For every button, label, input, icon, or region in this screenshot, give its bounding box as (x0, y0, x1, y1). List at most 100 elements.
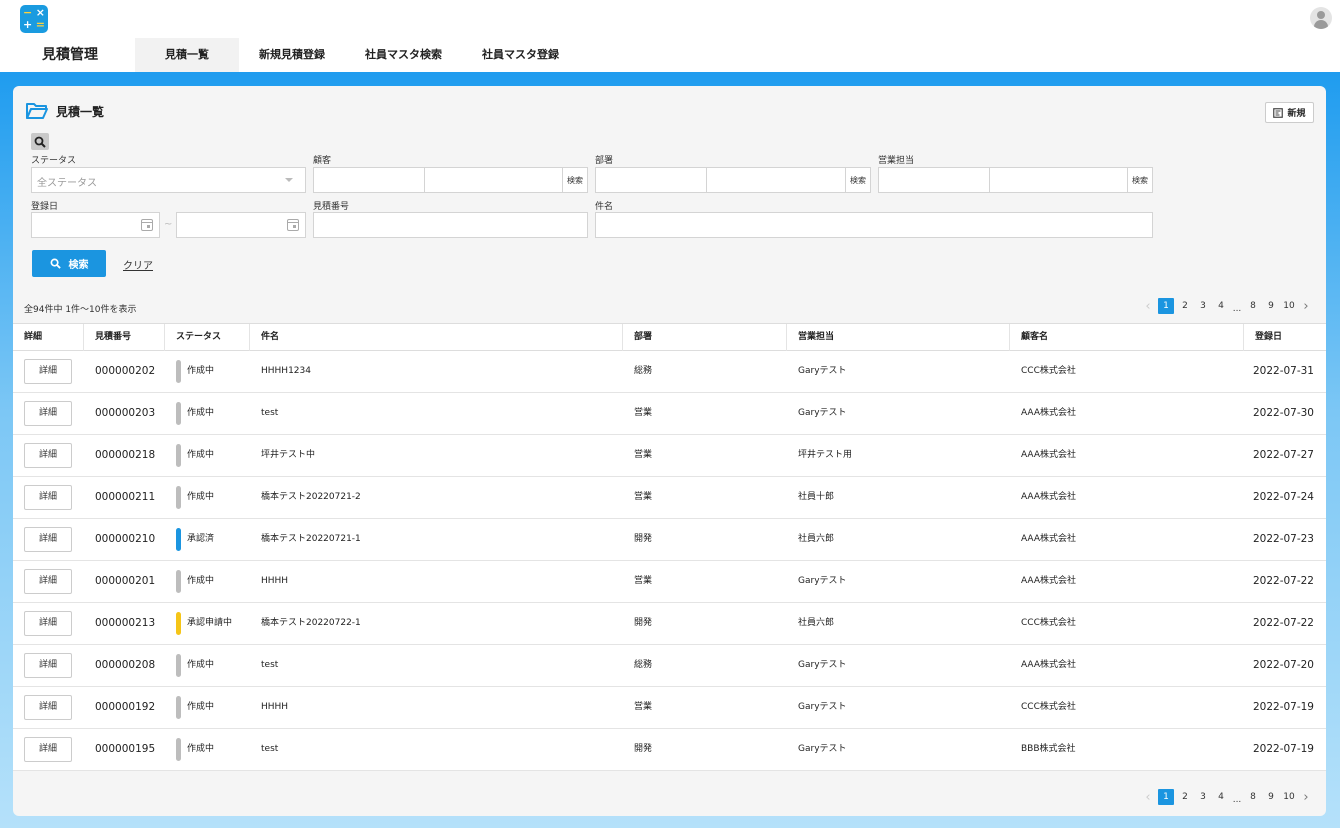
page-9[interactable]: 9 (1262, 789, 1280, 805)
status-select[interactable]: 全ステータス (31, 167, 306, 193)
sales-cell: Garyテスト (798, 366, 847, 376)
col-status: ステータス (164, 324, 249, 351)
subject-cell: test (261, 408, 279, 418)
status-cell: 作成中 (187, 450, 215, 460)
sales-field[interactable]: 検索 (878, 167, 1153, 193)
customer-field[interactable]: 検索 (313, 167, 588, 193)
table-row: 詳細 000000203 作成中 test 営業 Garyテスト AAA株式会社 2022-0… (13, 393, 1326, 435)
page-8[interactable]: 8 (1244, 789, 1262, 805)
status-indicator (176, 444, 181, 467)
status-indicator (176, 612, 181, 635)
chevron-right-icon[interactable]: › (1298, 299, 1314, 314)
quote-no-cell: 000000202 (95, 365, 156, 377)
col-sales: 営業担当 (786, 324, 1009, 351)
department-field[interactable]: 検索 (595, 167, 871, 193)
date-cell: 2022-07-31 (1252, 365, 1314, 377)
page-3[interactable]: 3 (1194, 298, 1212, 314)
search-icon (34, 136, 46, 148)
status-cell: 作成中 (187, 492, 215, 502)
quote-no-cell: 000000192 (95, 701, 156, 713)
customer-cell: CCC株式会社 (1021, 366, 1076, 376)
date-cell: 2022-07-22 (1252, 617, 1314, 629)
detail-button[interactable]: 詳細 (24, 443, 72, 468)
page-2[interactable]: 2 (1176, 298, 1194, 314)
sales-search-button[interactable]: 検索 (1127, 168, 1152, 192)
tab-new-quote[interactable]: 新規見積登録 (239, 38, 345, 72)
subject-input[interactable] (595, 212, 1153, 238)
user-avatar-icon[interactable] (1310, 7, 1332, 29)
tab-quote-list[interactable]: 見積一覧 (135, 38, 239, 72)
detail-button[interactable]: 詳細 (24, 569, 72, 594)
customer-filter-label: 顧客 (313, 156, 332, 166)
status-cell: 作成中 (187, 366, 215, 376)
search-icon (50, 258, 61, 269)
table-header: 詳細 見積番号 ステータス 件名 部署 営業担当 顧客名 登録日 (13, 323, 1326, 351)
status-indicator (176, 570, 181, 593)
page-4[interactable]: 4 (1212, 789, 1230, 805)
table-row: 詳細 000000202 作成中 HHHH1234 総務 Garyテスト CCC株式会社 20… (13, 351, 1326, 393)
clear-link[interactable]: クリア (123, 257, 153, 272)
page-10[interactable]: 10 (1280, 298, 1298, 314)
calendar-icon[interactable] (141, 219, 153, 231)
date-to-input[interactable] (176, 212, 306, 238)
quote-no-cell: 000000211 (95, 491, 156, 503)
page-ellipsis: ... (1232, 795, 1242, 805)
quote-no-cell: 000000208 (95, 659, 156, 671)
table-row: 詳細 000000192 作成中 HHHH 営業 Garyテスト CCC株式会社 2022-0… (13, 687, 1326, 729)
department-cell: 営業 (634, 576, 653, 586)
tab-employee-search[interactable]: 社員マスタ検索 (345, 38, 462, 72)
detail-button[interactable]: 詳細 (24, 695, 72, 720)
page-3[interactable]: 3 (1194, 789, 1212, 805)
department-cell: 開発 (634, 618, 653, 628)
top-bar: − × + = 見積管理 見積一覧 新規見積登録 社員マスタ検索 社員マスタ登録 (0, 0, 1340, 72)
filter-toggle-button[interactable] (31, 133, 49, 150)
chevron-left-icon[interactable]: ‹ (1140, 790, 1156, 805)
department-cell: 開発 (634, 534, 653, 544)
app-logo-icon[interactable]: − × + = (20, 5, 48, 33)
date-cell: 2022-07-19 (1252, 701, 1314, 713)
detail-button[interactable]: 詳細 (24, 485, 72, 510)
subject-cell: 橋本テスト20220721-2 (261, 492, 361, 502)
date-separator: ~ (164, 219, 173, 230)
chevron-right-icon[interactable]: › (1298, 790, 1314, 805)
department-cell: 営業 (634, 450, 653, 460)
page-ellipsis: ... (1232, 304, 1242, 314)
date-from-input[interactable] (31, 212, 160, 238)
result-count: 全94件中 1件〜10件を表示 (24, 305, 137, 315)
page-8[interactable]: 8 (1244, 298, 1262, 314)
sales-cell: Garyテスト (798, 576, 847, 586)
col-customer: 顧客名 (1009, 324, 1243, 351)
new-quote-label: 新規 (1287, 109, 1306, 119)
detail-button[interactable]: 詳細 (24, 359, 72, 384)
detail-button[interactable]: 詳細 (24, 611, 72, 636)
quote-no-input[interactable] (313, 212, 588, 238)
detail-button[interactable]: 詳細 (24, 737, 72, 762)
table-row: 詳細 000000201 作成中 HHHH 営業 Garyテスト AAA株式会社 2022-0… (13, 561, 1326, 603)
detail-button[interactable]: 詳細 (24, 401, 72, 426)
page-2[interactable]: 2 (1176, 789, 1194, 805)
page-1[interactable]: 1 (1158, 298, 1174, 314)
detail-button[interactable]: 詳細 (24, 653, 72, 678)
calendar-icon[interactable] (287, 219, 299, 231)
quote-no-filter-label: 見積番号 (313, 202, 350, 212)
customer-search-button[interactable]: 検索 (562, 168, 587, 192)
quote-no-cell: 000000195 (95, 743, 156, 755)
department-search-button[interactable]: 検索 (845, 168, 870, 192)
page-1[interactable]: 1 (1158, 789, 1174, 805)
search-button[interactable]: 検索 (32, 250, 106, 277)
tab-employee-register[interactable]: 社員マスタ登録 (462, 38, 579, 72)
page-9[interactable]: 9 (1262, 298, 1280, 314)
page-4[interactable]: 4 (1212, 298, 1230, 314)
date-cell: 2022-07-19 (1252, 743, 1314, 755)
status-indicator (176, 696, 181, 719)
department-cell: 総務 (634, 366, 653, 376)
quote-table: 詳細 見積番号 ステータス 件名 部署 営業担当 顧客名 登録日 詳細 00000… (13, 323, 1326, 771)
new-quote-button[interactable]: 新規 (1265, 102, 1314, 123)
sales-cell: Garyテスト (798, 408, 847, 418)
page-10[interactable]: 10 (1280, 789, 1298, 805)
date-cell: 2022-07-27 (1252, 449, 1314, 461)
detail-button[interactable]: 詳細 (24, 527, 72, 552)
col-date: 登録日 (1243, 324, 1326, 351)
sales-filter-label: 営業担当 (878, 156, 915, 166)
chevron-left-icon[interactable]: ‹ (1140, 299, 1156, 314)
